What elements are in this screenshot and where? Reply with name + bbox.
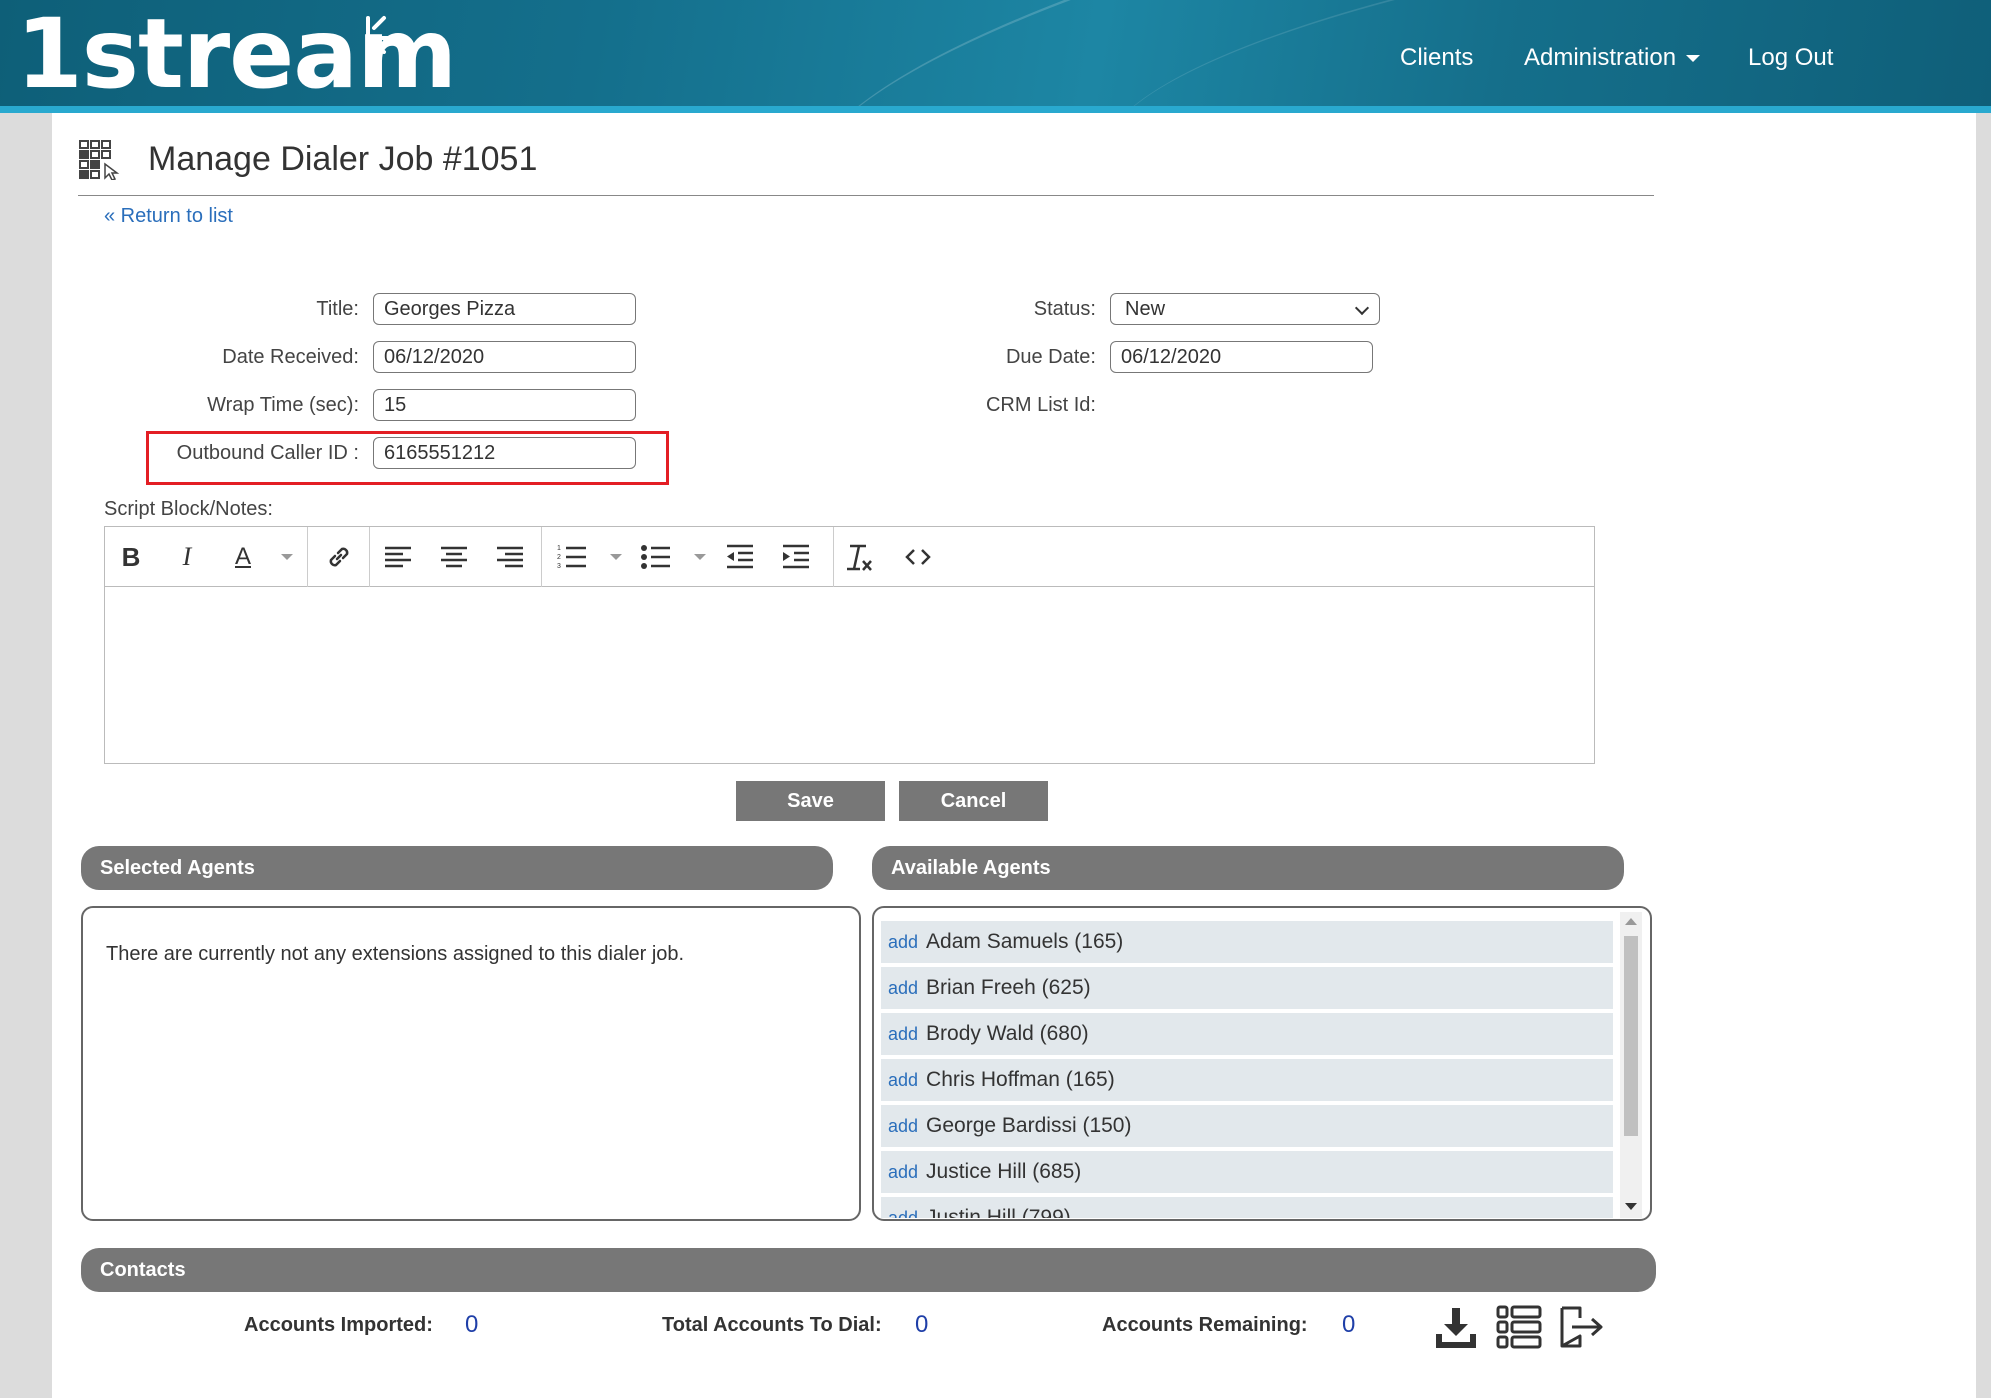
status-label: Status: xyxy=(1033,298,1096,320)
agents-scrollbar[interactable] xyxy=(1620,912,1642,1218)
wrap-time-label: Wrap Time (sec): xyxy=(207,394,359,416)
svg-text:1: 1 xyxy=(557,545,561,552)
scrollbar-thumb[interactable] xyxy=(1624,936,1638,1136)
chevron-down-icon xyxy=(1354,300,1370,316)
add-agent-link[interactable]: add xyxy=(888,932,918,952)
cancel-button[interactable]: Cancel xyxy=(899,781,1048,821)
outdent-icon[interactable] xyxy=(724,541,756,573)
list-icon[interactable] xyxy=(1495,1304,1543,1350)
add-agent-link[interactable]: add xyxy=(888,978,918,998)
download-icon[interactable] xyxy=(1432,1304,1480,1350)
total-accounts-to-dial-value: 0 xyxy=(915,1311,929,1338)
total-accounts-to-dial-label: Total Accounts To Dial: xyxy=(662,1314,882,1336)
align-center-icon[interactable] xyxy=(438,541,470,573)
selected-agents-header: Selected Agents xyxy=(81,846,833,890)
agent-name: Adam Samuels (165) xyxy=(926,930,1124,953)
ordered-list-dropdown-icon[interactable] xyxy=(610,554,622,560)
list-item: add Adam Samuels (165) xyxy=(881,921,1613,963)
align-right-icon[interactable] xyxy=(494,541,526,573)
header-accent-line xyxy=(0,106,1991,113)
align-left-icon[interactable] xyxy=(382,541,414,573)
script-notes-label: Script Block/Notes: xyxy=(104,498,273,520)
list-item: add Justice Hill (685) xyxy=(881,1151,1613,1193)
nav-administration[interactable]: Administration xyxy=(1524,44,1701,72)
return-to-list-link[interactable]: « Return to list xyxy=(104,205,233,228)
export-icon[interactable] xyxy=(1558,1304,1606,1350)
selected-agents-empty-message: There are currently not any extensions a… xyxy=(106,943,685,965)
top-header: 1stream Clients Administration Log Out xyxy=(0,0,1991,106)
available-agents-header: Available Agents xyxy=(872,846,1624,890)
caret-down-icon xyxy=(1686,55,1701,63)
accounts-remaining-value: 0 xyxy=(1342,1311,1356,1338)
agent-name: Justin Hill (799) xyxy=(926,1206,1071,1218)
accounts-remaining-label: Accounts Remaining: xyxy=(1102,1314,1308,1336)
status-selected-value: New xyxy=(1125,298,1166,320)
title-divider xyxy=(78,195,1654,196)
font-color-button[interactable]: A xyxy=(227,541,259,573)
editor-content-area[interactable] xyxy=(105,588,1594,763)
font-color-dropdown-icon[interactable] xyxy=(281,554,293,560)
toolbar-group-align xyxy=(370,527,542,587)
toolbar-group-link xyxy=(308,527,370,587)
agent-name: Brody Wald (680) xyxy=(926,1022,1089,1045)
contacts-header: Contacts xyxy=(81,1248,1656,1292)
source-code-icon[interactable] xyxy=(902,541,934,573)
agent-name: Brian Freeh (625) xyxy=(926,976,1091,999)
outbound-caller-id-label: Outbound Caller ID : xyxy=(176,442,359,464)
accounts-imported-label: Accounts Imported: xyxy=(244,1314,433,1336)
list-item: add Brody Wald (680) xyxy=(881,1013,1613,1055)
due-date-label: Due Date: xyxy=(1005,346,1096,368)
toolbar-group-misc xyxy=(834,527,974,587)
scroll-up-icon[interactable] xyxy=(1625,918,1637,925)
rich-text-editor: B I A 1 2 3 xyxy=(104,526,1595,764)
title-label: Title: xyxy=(316,298,359,320)
wrap-time-input[interactable] xyxy=(373,389,636,421)
indent-icon[interactable] xyxy=(780,541,812,573)
crm-list-id-label: CRM List Id: xyxy=(985,394,1096,416)
svg-text:2: 2 xyxy=(557,554,561,561)
ordered-list-icon[interactable]: 1 2 3 xyxy=(556,541,588,573)
status-select[interactable]: New xyxy=(1110,293,1380,325)
date-received-input[interactable] xyxy=(373,341,636,373)
title-input[interactable] xyxy=(373,293,636,325)
grid-icon xyxy=(79,140,120,180)
nav-logout[interactable]: Log Out xyxy=(1748,44,1833,72)
editor-toolbar: B I A 1 2 3 xyxy=(105,527,1594,587)
svg-text:3: 3 xyxy=(557,563,561,570)
list-item: add Chris Hoffman (165) xyxy=(881,1059,1613,1101)
list-item: add Justin Hill (799) xyxy=(881,1197,1613,1218)
clear-format-icon[interactable] xyxy=(844,541,876,573)
italic-button[interactable]: I xyxy=(171,541,203,573)
logo-spark-icon xyxy=(366,16,396,54)
agent-name: George Bardissi (150) xyxy=(926,1114,1132,1137)
add-agent-link[interactable]: add xyxy=(888,1116,918,1136)
outbound-caller-id-input[interactable] xyxy=(373,437,636,469)
nav-clients[interactable]: Clients xyxy=(1400,44,1473,72)
nav-administration-label: Administration xyxy=(1524,44,1677,71)
agent-name: Justice Hill (685) xyxy=(926,1160,1082,1183)
add-agent-link[interactable]: add xyxy=(888,1208,918,1218)
toolbar-group-lists: 1 2 3 xyxy=(542,527,834,587)
agent-name: Chris Hoffman (165) xyxy=(926,1068,1115,1091)
list-item: add George Bardissi (150) xyxy=(881,1105,1613,1147)
accounts-imported-value: 0 xyxy=(465,1311,479,1338)
add-agent-link[interactable]: add xyxy=(888,1162,918,1182)
date-received-label: Date Received: xyxy=(222,346,359,368)
due-date-input[interactable] xyxy=(1110,341,1373,373)
toolbar-group-text: B I A xyxy=(105,527,308,587)
save-button[interactable]: Save xyxy=(736,781,885,821)
add-agent-link[interactable]: add xyxy=(888,1024,918,1044)
add-agent-link[interactable]: add xyxy=(888,1070,918,1090)
bold-button[interactable]: B xyxy=(115,541,147,573)
bullet-list-dropdown-icon[interactable] xyxy=(694,554,706,560)
bullet-list-icon[interactable] xyxy=(640,541,672,573)
scroll-down-icon[interactable] xyxy=(1625,1203,1637,1210)
list-item: add Brian Freeh (625) xyxy=(881,967,1613,1009)
page-title: Manage Dialer Job #1051 xyxy=(148,140,538,178)
link-icon[interactable] xyxy=(323,541,355,573)
